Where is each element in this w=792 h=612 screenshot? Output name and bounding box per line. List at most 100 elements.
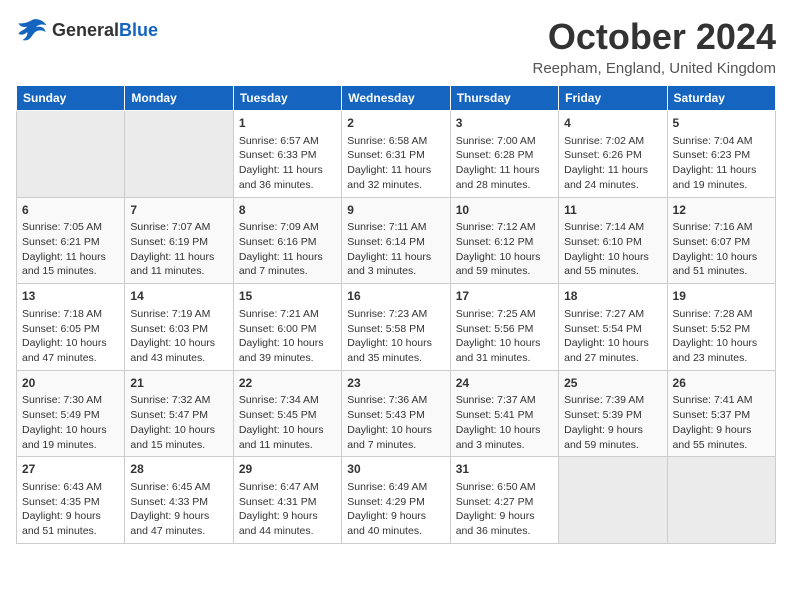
day-header-wednesday: Wednesday [342,86,450,111]
week-row-1: 1 Sunrise: 6:57 AMSunset: 6:33 PMDaylight… [17,111,776,198]
day-number: 6 [22,202,119,219]
day-header-friday: Friday [559,86,667,111]
day-number: 7 [130,202,227,219]
day-info: Sunrise: 7:36 AMSunset: 5:43 PMDaylight:… [347,394,432,450]
day-number: 17 [456,288,553,305]
logo-text: GeneralBlue [52,20,158,41]
calendar-cell: 1 Sunrise: 6:57 AMSunset: 6:33 PMDaylight… [233,111,341,198]
day-header-saturday: Saturday [667,86,775,111]
calendar-cell: 5 Sunrise: 7:04 AMSunset: 6:23 PMDaylight… [667,111,775,198]
day-header-thursday: Thursday [450,86,558,111]
day-info: Sunrise: 7:34 AMSunset: 5:45 PMDaylight:… [239,394,324,450]
location: Reepham, England, United Kingdom [533,60,777,77]
day-number: 27 [22,461,119,478]
day-number: 22 [239,375,336,392]
day-number: 26 [673,375,770,392]
day-info: Sunrise: 6:49 AMSunset: 4:29 PMDaylight:… [347,481,427,537]
calendar-cell: 21 Sunrise: 7:32 AMSunset: 5:47 PMDayligh… [125,370,233,457]
day-number: 15 [239,288,336,305]
week-row-4: 20 Sunrise: 7:30 AMSunset: 5:49 PMDayligh… [17,370,776,457]
day-info: Sunrise: 7:09 AMSunset: 6:16 PMDaylight:… [239,221,323,277]
calendar-cell: 3Sunrise: 7:00 AMSunset: 6:28 PMDaylight… [450,111,558,198]
logo-blue: Blue [119,20,158,40]
day-info: Sunrise: 7:07 AMSunset: 6:19 PMDaylight:… [130,221,214,277]
calendar-cell: 14Sunrise: 7:19 AMSunset: 6:03 PMDayligh… [125,284,233,371]
day-number: 13 [22,288,119,305]
day-info: Sunrise: 6:43 AMSunset: 4:35 PMDaylight:… [22,481,102,537]
day-number: 24 [456,375,553,392]
day-number: 4 [564,115,661,132]
day-info: Sunrise: 7:27 AMSunset: 5:54 PMDaylight:… [564,308,649,364]
day-number: 11 [564,202,661,219]
day-info: Sunrise: 7:21 AMSunset: 6:00 PMDaylight:… [239,308,324,364]
day-info: Sunrise: 7:32 AMSunset: 5:47 PMDaylight:… [130,394,215,450]
day-number: 20 [22,375,119,392]
week-row-3: 13 Sunrise: 7:18 AMSunset: 6:05 PMDayligh… [17,284,776,371]
day-info: Sunrise: 7:39 AMSunset: 5:39 PMDaylight:… [564,394,644,450]
day-info: Sunrise: 6:50 AMSunset: 4:27 PMDaylight:… [456,481,536,537]
calendar-cell: 4 Sunrise: 7:02 AMSunset: 6:26 PMDaylight… [559,111,667,198]
day-info: Sunrise: 7:04 AMSunset: 6:23 PMDaylight:… [673,135,757,191]
month-title: October 2024 [533,16,777,58]
day-info: Sunrise: 7:18 AMSunset: 6:05 PMDaylight:… [22,308,107,364]
calendar-cell: 27 Sunrise: 6:43 AMSunset: 4:35 PMDayligh… [17,457,125,544]
calendar-cell: 7 Sunrise: 7:07 AMSunset: 6:19 PMDaylight… [125,197,233,284]
calendar-cell: 28Sunrise: 6:45 AMSunset: 4:33 PMDayligh… [125,457,233,544]
week-row-2: 6 Sunrise: 7:05 AMSunset: 6:21 PMDaylight… [17,197,776,284]
calendar-table: SundayMondayTuesdayWednesdayThursdayFrid… [16,85,776,544]
day-number: 21 [130,375,227,392]
calendar-cell: 2 Sunrise: 6:58 AMSunset: 6:31 PMDaylight… [342,111,450,198]
day-number: 9 [347,202,444,219]
calendar-cell: 15 Sunrise: 7:21 AMSunset: 6:00 PMDayligh… [233,284,341,371]
day-number: 1 [239,115,336,132]
day-info: Sunrise: 6:58 AMSunset: 6:31 PMDaylight:… [347,135,431,191]
day-info: Sunrise: 7:05 AMSunset: 6:21 PMDaylight:… [22,221,106,277]
calendar-cell: 31 Sunrise: 6:50 AMSunset: 4:27 PMDayligh… [450,457,558,544]
day-header-monday: Monday [125,86,233,111]
day-info: Sunrise: 7:41 AMSunset: 5:37 PMDaylight:… [673,394,753,450]
day-info: Sunrise: 6:57 AMSunset: 6:33 PMDaylight:… [239,135,323,191]
day-info: Sunrise: 6:45 AMSunset: 4:33 PMDaylight:… [130,481,210,537]
calendar-cell: 17 Sunrise: 7:25 AMSunset: 5:56 PMDayligh… [450,284,558,371]
page-header: GeneralBlue October 2024 Reepham, Englan… [16,16,776,77]
calendar-cell: 19 Sunrise: 7:28 AMSunset: 5:52 PMDayligh… [667,284,775,371]
day-info: Sunrise: 6:47 AMSunset: 4:31 PMDaylight:… [239,481,319,537]
calendar-cell: 22 Sunrise: 7:34 AMSunset: 5:45 PMDayligh… [233,370,341,457]
calendar-cell: 8 Sunrise: 7:09 AMSunset: 6:16 PMDaylight… [233,197,341,284]
week-row-5: 27 Sunrise: 6:43 AMSunset: 4:35 PMDayligh… [17,457,776,544]
day-number: 14 [130,288,227,305]
day-header-sunday: Sunday [17,86,125,111]
day-number: 19 [673,288,770,305]
calendar-cell [17,111,125,198]
calendar-cell: 10Sunrise: 7:12 AMSunset: 6:12 PMDayligh… [450,197,558,284]
calendar-cell: 29Sunrise: 6:47 AMSunset: 4:31 PMDayligh… [233,457,341,544]
day-number: 8 [239,202,336,219]
calendar-cell: 18Sunrise: 7:27 AMSunset: 5:54 PMDayligh… [559,284,667,371]
day-number: 5 [673,115,770,132]
calendar-cell [559,457,667,544]
logo-general: General [52,20,119,40]
calendar-header-row: SundayMondayTuesdayWednesdayThursdayFrid… [17,86,776,111]
day-info: Sunrise: 7:14 AMSunset: 6:10 PMDaylight:… [564,221,649,277]
day-info: Sunrise: 7:25 AMSunset: 5:56 PMDaylight:… [456,308,541,364]
calendar-cell: 30 Sunrise: 6:49 AMSunset: 4:29 PMDayligh… [342,457,450,544]
calendar-cell: 9Sunrise: 7:11 AMSunset: 6:14 PMDaylight… [342,197,450,284]
day-number: 16 [347,288,444,305]
day-number: 2 [347,115,444,132]
day-number: 25 [564,375,661,392]
calendar-cell: 23Sunrise: 7:36 AMSunset: 5:43 PMDayligh… [342,370,450,457]
calendar-cell: 16 Sunrise: 7:23 AMSunset: 5:58 PMDayligh… [342,284,450,371]
day-info: Sunrise: 7:02 AMSunset: 6:26 PMDaylight:… [564,135,648,191]
day-number: 30 [347,461,444,478]
day-header-tuesday: Tuesday [233,86,341,111]
day-number: 31 [456,461,553,478]
calendar-cell: 24 Sunrise: 7:37 AMSunset: 5:41 PMDayligh… [450,370,558,457]
day-info: Sunrise: 7:37 AMSunset: 5:41 PMDaylight:… [456,394,541,450]
calendar-cell: 6 Sunrise: 7:05 AMSunset: 6:21 PMDaylight… [17,197,125,284]
day-info: Sunrise: 7:28 AMSunset: 5:52 PMDaylight:… [673,308,758,364]
logo: GeneralBlue [16,16,158,44]
calendar-cell [667,457,775,544]
day-info: Sunrise: 7:23 AMSunset: 5:58 PMDaylight:… [347,308,432,364]
day-number: 12 [673,202,770,219]
day-info: Sunrise: 7:30 AMSunset: 5:49 PMDaylight:… [22,394,107,450]
